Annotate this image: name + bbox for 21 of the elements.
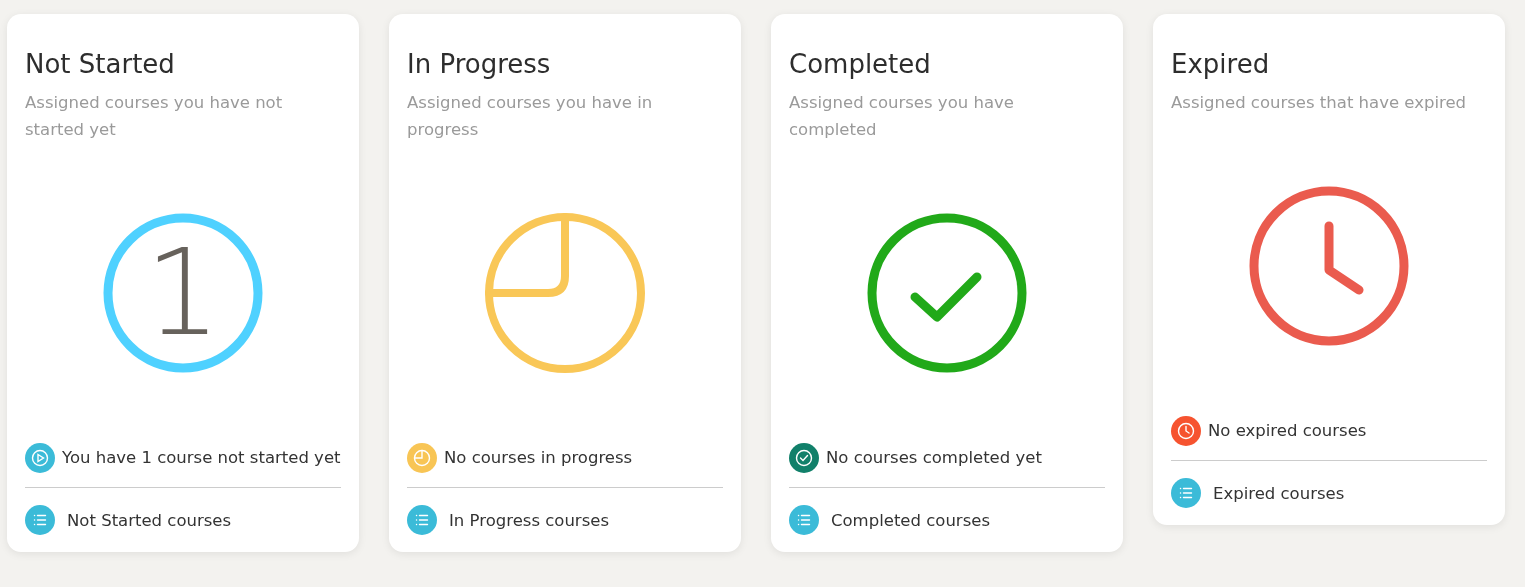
status-text: No courses in progress [444, 447, 633, 469]
list-icon [407, 505, 437, 535]
card-title: Completed [789, 48, 932, 80]
status-text: No courses completed yet [826, 447, 1042, 469]
courses-link[interactable]: Expired courses [1213, 483, 1345, 503]
card-title: Expired [1171, 48, 1271, 80]
status-text: No expired courses [1208, 420, 1367, 442]
list-icon [1171, 478, 1201, 508]
card-description: Assigned courses you have in progress [407, 92, 654, 141]
course-count: 1 [144, 223, 222, 363]
card-description: Assigned courses that have expired [1171, 92, 1468, 114]
card-description: Assigned courses you have completed [789, 92, 1015, 141]
card-title: Not Started [25, 48, 176, 80]
card-title: In Progress [407, 48, 552, 80]
list-icon [25, 505, 55, 535]
list-icon [789, 505, 819, 535]
courses-link[interactable]: In Progress courses [449, 510, 609, 530]
card-description: Assigned courses you have not started yet [25, 92, 284, 141]
courses-link[interactable]: Not Started courses [67, 510, 232, 530]
status-text: You have 1 course not started yet [62, 447, 341, 469]
courses-link[interactable]: Completed courses [831, 510, 990, 530]
